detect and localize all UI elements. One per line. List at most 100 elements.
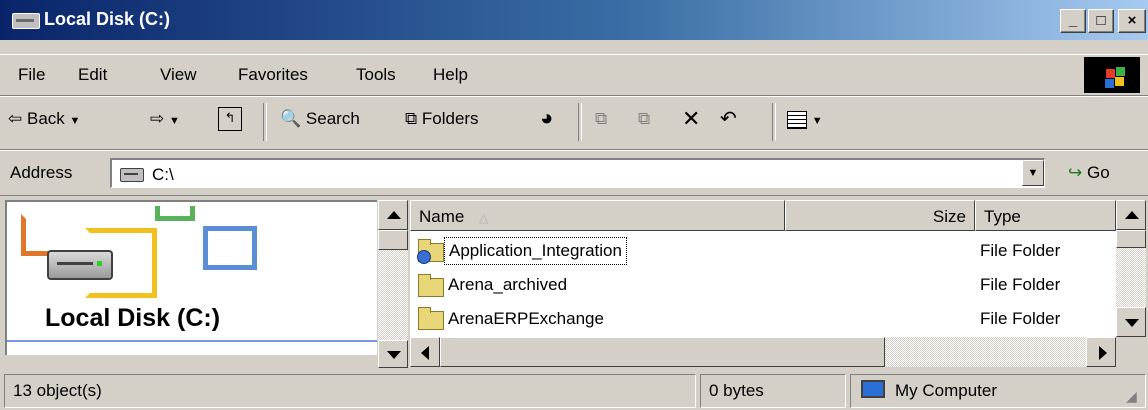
history-icon[interactable]: ◕ <box>540 105 553 131</box>
toolbar-separator <box>578 103 582 141</box>
folder-icon <box>418 274 444 297</box>
left-panel-scrollbar[interactable] <box>378 200 408 340</box>
scroll-up-button[interactable] <box>378 200 408 230</box>
undo-icon[interactable]: ↶ <box>720 106 737 131</box>
folder-icon <box>417 239 444 264</box>
file-list[interactable]: Name △ Size Type Application_Integration… <box>410 200 1116 337</box>
address-input[interactable]: C:\ <box>110 158 1045 188</box>
search-label: Search <box>305 109 360 128</box>
address-dropdown-button[interactable]: ▼ <box>1022 160 1044 186</box>
copy-to-icon[interactable]: ⧉ <box>638 109 650 129</box>
file-list-hscrollbar[interactable] <box>410 337 1116 367</box>
menu-help[interactable]: Help <box>433 65 468 85</box>
list-item[interactable]: Arena_archived File Folder <box>410 270 1116 304</box>
file-list-vscrollbar[interactable] <box>1116 200 1146 337</box>
list-item[interactable]: Application_Integration File Folder <box>410 235 1116 269</box>
info-panel: Local Disk (C:) <box>5 200 377 355</box>
menu-file[interactable]: File <box>18 65 45 85</box>
search-icon: 🔍 <box>280 109 302 128</box>
scroll-thumb[interactable] <box>378 230 408 250</box>
scroll-down-button[interactable] <box>378 340 408 368</box>
menu-tools[interactable]: Tools <box>356 65 396 85</box>
column-name-label: Name <box>419 207 465 226</box>
scroll-down-button[interactable] <box>1116 307 1146 337</box>
decorative-square <box>155 206 195 221</box>
window-title: Local Disk (C:) <box>44 9 171 29</box>
windows-logo-icon <box>1084 57 1140 93</box>
arrow-up-icon <box>387 211 401 219</box>
panel-title: Local Disk (C:) <box>45 304 221 332</box>
decorative-square <box>203 226 257 270</box>
minimize-button[interactable]: _ <box>1060 9 1086 33</box>
scroll-thumb[interactable] <box>440 337 885 367</box>
close-button[interactable]: × <box>1118 9 1146 33</box>
folders-label: Folders <box>421 109 479 128</box>
toolbar-separator <box>772 103 776 141</box>
file-name: ArenaERPExchange <box>448 309 604 328</box>
resize-grip-icon[interactable]: ◢ <box>1126 388 1137 405</box>
delete-icon[interactable]: ✕ <box>682 106 700 132</box>
scroll-corner <box>1116 337 1146 367</box>
drive-icon[interactable] <box>12 13 40 29</box>
file-type: File Folder <box>980 275 1061 294</box>
folder-icon <box>418 307 444 330</box>
menu-bar: File Edit View Favorites Tools Help <box>0 54 1148 96</box>
chevron-down-icon: ▼ <box>1027 167 1039 179</box>
scroll-left-button[interactable] <box>410 337 440 367</box>
address-bar: Address C:\ ▼ ↪ Go <box>0 150 1148 196</box>
forward-arrow-icon: ⇨ <box>150 109 165 128</box>
back-arrow-icon: ⇦ <box>8 109 23 128</box>
drive-icon <box>120 168 144 182</box>
file-type: File Folder <box>980 241 1061 260</box>
title-bar[interactable]: Local Disk (C:) _ □ × <box>0 0 1148 40</box>
folders-icon: ⧉ <box>405 109 418 128</box>
views-icon <box>787 110 807 129</box>
go-label: Go <box>1086 163 1110 182</box>
file-name: Arena_archived <box>448 275 568 294</box>
my-computer-icon <box>861 380 885 398</box>
back-label: Back <box>26 109 65 128</box>
forward-dropdown-icon[interactable]: ▼ <box>169 115 180 127</box>
folders-button[interactable]: ⧉ Folders <box>405 109 479 129</box>
views-button[interactable]: ▼ <box>787 109 823 129</box>
toolbar-separator <box>263 103 267 141</box>
menu-edit[interactable]: Edit <box>78 65 107 85</box>
file-name: Application_Integration <box>444 237 627 265</box>
scroll-thumb[interactable] <box>1116 230 1146 248</box>
status-zone: My Computer <box>850 374 1146 408</box>
status-size: 0 bytes <box>700 374 846 408</box>
go-arrow-icon: ↪ <box>1068 163 1083 182</box>
column-header-type[interactable]: Type <box>975 200 1116 231</box>
arrow-left-icon <box>421 346 429 360</box>
scroll-right-button[interactable] <box>1086 337 1116 367</box>
scroll-up-button[interactable] <box>1116 200 1146 230</box>
address-label: Address <box>10 163 73 182</box>
arrow-down-icon <box>1125 319 1139 327</box>
column-header-name[interactable]: Name △ <box>410 200 785 231</box>
move-to-icon[interactable]: ⧉ <box>595 109 607 129</box>
go-button[interactable]: ↪ Go <box>1068 163 1110 183</box>
back-button[interactable]: ⇦ Back ▼ <box>8 109 80 129</box>
file-type: File Folder <box>980 309 1061 328</box>
list-item[interactable]: ArenaERPExchange File Folder <box>410 303 1116 337</box>
up-folder-icon[interactable]: ↰ <box>218 107 242 131</box>
status-object-count: 13 object(s) <box>4 374 696 408</box>
maximize-button[interactable]: □ <box>1088 9 1114 33</box>
back-dropdown-icon[interactable]: ▼ <box>70 115 81 127</box>
status-zone-label: My Computer <box>895 381 998 400</box>
views-dropdown-icon: ▼ <box>811 115 823 127</box>
status-bar: 13 object(s) 0 bytes My Computer ◢ <box>0 370 1148 410</box>
menu-view[interactable]: View <box>160 65 197 85</box>
search-button[interactable]: 🔍 Search <box>280 109 360 129</box>
menu-favorites[interactable]: Favorites <box>238 65 308 85</box>
forward-button[interactable]: ⇨ ▼ <box>150 109 180 129</box>
hard-drive-icon <box>47 250 113 280</box>
standard-toolbar: ⇦ Back ▼ ⇨ ▼ ↰ 🔍 Search ⧉ Folders ◕ ⧉ ⧉ … <box>0 96 1148 150</box>
arrow-down-icon <box>387 351 401 359</box>
panel-divider <box>7 340 377 342</box>
arrow-up-icon <box>1125 211 1139 219</box>
column-header-size[interactable]: Size <box>785 200 975 231</box>
shared-overlay-icon <box>417 250 431 264</box>
sort-ascending-icon: △ <box>479 211 489 225</box>
address-value: C:\ <box>152 165 174 184</box>
